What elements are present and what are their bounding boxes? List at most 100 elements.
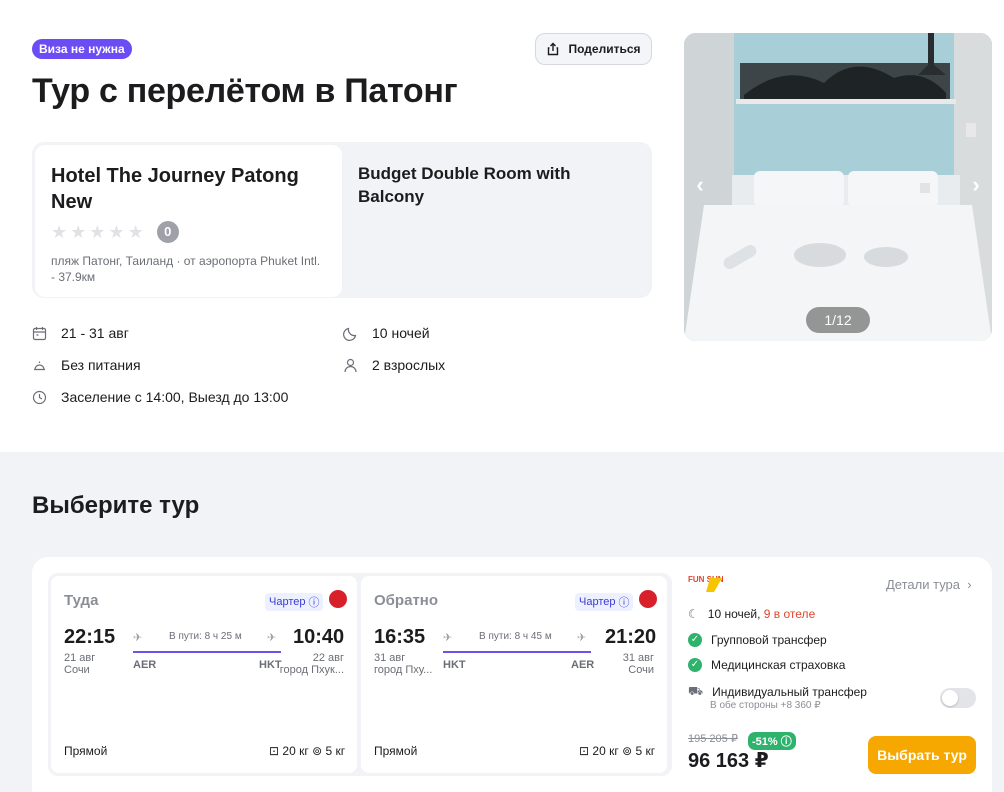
meal-info: Без питания [32,357,141,373]
individual-transfer-option: ⛟ Индивидуальный трансфер [688,684,867,700]
hotel-stars: ★ ★ ★ ★ ★ 0 [51,221,326,243]
suitcase-icon: ⊡ [579,744,590,758]
transit-time: В пути: 8 ч 25 м [169,631,242,642]
select-tour-button[interactable]: Выбрать тур [868,736,976,774]
photo-next-arrow[interactable]: › [964,173,988,197]
baggage-info: ⊡ 20 кг ⊚ 5 кг [269,744,345,758]
individual-transfer-toggle[interactable] [940,688,976,708]
car-icon: ⛟ [688,684,704,698]
handbag-icon: ⊚ [312,744,323,758]
share-button[interactable]: Поделиться [535,33,652,65]
to-iata: AER [571,659,595,671]
hotel-photo[interactable]: ‹ › 1/12 [684,33,992,341]
flight-outbound[interactable]: Туда Чартер ⓘ 22:15 21 авг Сочи ✈ В пути… [51,576,357,773]
flight-inbound[interactable]: Обратно Чартер ⓘ 16:35 31 авг город Пху.… [361,576,667,773]
to-iata: HKT [259,659,282,671]
charter-badge: Чартер ⓘ [575,593,634,611]
individual-transfer-label: Индивидуальный трансфер [712,685,867,699]
handbag-icon: ⊚ [622,744,633,758]
hotel-name[interactable]: Hotel The Journey Patong New [51,163,326,215]
checkin-info: Заселение с 14:00, Выезд до 13:00 [32,389,288,405]
tour-card: Туда Чартер ⓘ 22:15 21 авг Сочи ✈ В пути… [32,557,992,792]
tour-details-label: Детали тура [886,577,961,592]
chevron-right-icon: › [963,577,972,592]
takeoff-icon: ✈ [133,632,143,644]
flight-direction: Туда [64,592,99,609]
star-icon: ★ [89,222,106,242]
info-icon[interactable]: ⓘ [618,594,629,610]
depart-date: 31 авг [374,652,406,664]
insurance-option: ✓ Медицинская страховка [688,658,845,672]
bedroom-photo-illustration [684,33,992,341]
hand-luggage-weight: 5 кг [635,744,656,758]
discount-value: -51% [752,736,778,748]
price: 96 163 ₽ [688,750,769,772]
flight-type: Прямой [64,744,108,758]
toggle-knob [942,690,958,706]
baggage-weight: 20 кг [282,744,309,758]
baggage-info: ⊡ 20 кг ⊚ 5 кг [579,744,655,758]
depart-time: 22:15 [64,626,116,648]
star-icon: ★ [127,222,144,242]
room-name: Budget Double Room with Balcony [358,164,571,206]
clock-icon [32,390,47,404]
takeoff-icon: ✈ [443,632,453,644]
hotel-header-section: Виза не нужна Поделиться Тур с перелётом… [0,0,1004,452]
from-iata: AER [133,659,157,671]
operator-logo: FUN SUN [688,575,724,592]
star-icon: ★ [51,222,68,242]
old-price: 195 205 ₽ [688,733,738,745]
depart-city: Сочи [64,664,90,676]
person-icon [344,358,357,372]
offer-hotel-nights: 9 в отеле [763,607,816,621]
individual-transfer-sub: В обе стороны +8 360 ₽ [710,700,821,711]
nights-text: 10 ночей [372,325,430,341]
arrive-date: 22 авг [312,652,344,664]
flights-block: Туда Чартер ⓘ 22:15 21 авг Сочи ✈ В пути… [48,573,672,776]
share-label: Поделиться [568,42,641,56]
cloche-icon [34,361,45,370]
group-transfer-option: ✓ Групповой трансфер [688,633,827,647]
share-icon [548,42,559,56]
moon-icon: ☾ [688,607,699,621]
hotel-location: пляж Патонг, Таиланд · от аэропорта Phuk… [51,254,321,284]
info-icon[interactable]: ⓘ [308,594,319,610]
visa-badge: Виза не нужна [32,39,132,59]
arrive-time: 10:40 [293,626,345,648]
charter-label: Чартер [269,596,306,608]
flight-type: Прямой [374,744,418,758]
section-title: Выберите тур [32,492,200,519]
photo-prev-arrow[interactable]: ‹ [688,173,712,197]
tour-details-link[interactable]: Детали тура › [886,577,972,592]
rating-badge: 0 [156,221,179,243]
depart-city: город Пху... [374,664,433,676]
arrive-city: город Пхук... [279,664,344,676]
depart-time: 16:35 [374,626,426,648]
from-iata: HKT [443,659,466,671]
info-icon[interactable]: ⓘ [781,736,792,748]
calendar-icon [32,326,47,340]
route-line [133,651,281,653]
arrive-time: 21:20 [605,626,657,648]
guests-info: 2 взрослых [343,357,445,373]
hotel-card[interactable]: Hotel The Journey Patong New ★ ★ ★ ★ ★ 0… [35,145,342,297]
route-line [443,651,591,653]
star-icon: ★ [70,222,87,242]
arrive-city: Сочи [628,664,654,676]
meal-text: Без питания [61,357,141,373]
insurance-label: Медицинская страховка [711,658,846,672]
check-icon: ✓ [688,658,702,672]
moon-icon [343,327,357,341]
hotel-block: Hotel The Journey Patong New ★ ★ ★ ★ ★ 0… [32,142,652,298]
depart-date: 21 авг [64,652,96,664]
photo-counter: 1/12 [806,307,870,333]
nights-info: 10 ночей [343,325,430,341]
guests-text: 2 взрослых [372,357,446,373]
group-transfer-label: Групповой трансфер [711,633,827,647]
airline-logo [329,590,347,608]
offer-nights: ☾ 10 ночей, 9 в отеле [688,607,815,621]
charter-label: Чартер [579,596,616,608]
checkin-text: Заселение с 14:00, Выезд до 13:00 [61,389,289,405]
dates-text: 21 - 31 авг [61,325,129,341]
charter-badge: Чартер ⓘ [265,593,324,611]
